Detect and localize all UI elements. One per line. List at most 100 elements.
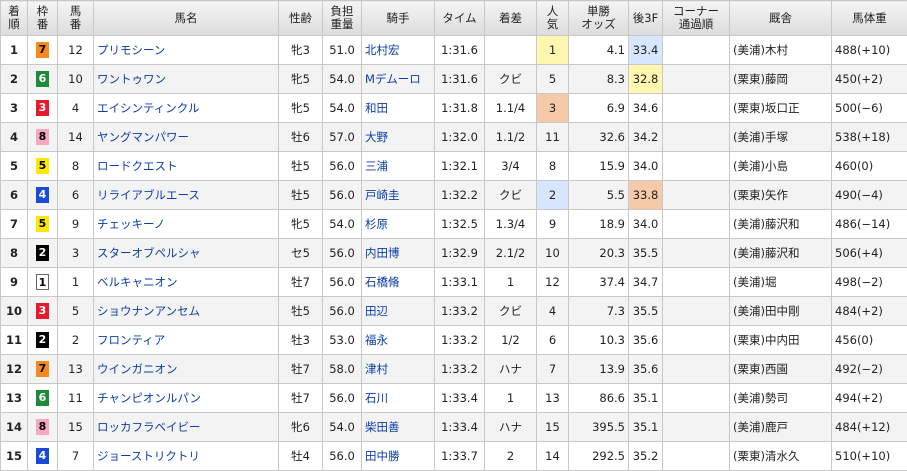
- trainer-cell: (美浦)田中剛: [730, 297, 832, 326]
- col-header-umaban[interactable]: 馬番: [58, 1, 94, 36]
- odds-cell: 7.3: [569, 297, 629, 326]
- last3f-cell: 34.0: [629, 152, 663, 181]
- table-row[interactable]: 13611チャンピオンルパン牡756.0石川1:33.411386.635.1(…: [1, 384, 907, 413]
- carried-weight-cell: 54.0: [323, 94, 362, 123]
- table-row[interactable]: 1035ショウナンアンセム牡556.0田辺1:33.2クビ47.335.5(美浦…: [1, 297, 907, 326]
- margin-cell: 1.3/4: [485, 210, 537, 239]
- jockey-link[interactable]: 戸崎圭: [362, 181, 435, 210]
- results-body: 1712プリモシーン牝351.0北村宏1:31.614.133.4(美浦)木村4…: [1, 36, 907, 471]
- col-header-horse[interactable]: 馬名: [94, 1, 279, 36]
- table-row[interactable]: 911ベルキャニオン牡756.0石橋脩1:33.111237.434.7(美浦)…: [1, 268, 907, 297]
- jockey-link[interactable]: 北村宏: [362, 36, 435, 65]
- table-row[interactable]: 14815ロッカフラベイビー牝654.0柴田善1:33.4ハナ15395.535…: [1, 413, 907, 442]
- table-row[interactable]: 558ロードクエスト牡556.0三浦1:32.13/4815.934.0(美浦)…: [1, 152, 907, 181]
- jockey-link[interactable]: Mデムーロ: [362, 65, 435, 94]
- jockey-link[interactable]: 杉原: [362, 210, 435, 239]
- margin-cell: 1: [485, 268, 537, 297]
- col-header-rank[interactable]: 着順: [1, 1, 28, 36]
- rank-cell: 5: [1, 152, 28, 181]
- jockey-link[interactable]: 田中勝: [362, 442, 435, 471]
- last3f-cell: 35.1: [629, 384, 663, 413]
- col-header-time[interactable]: タイム: [435, 1, 485, 36]
- horse-name-link[interactable]: ショウナンアンセム: [94, 297, 279, 326]
- table-row[interactable]: 646リライアブルエース牡556.0戸崎圭1:32.2クビ25.533.8(栗東…: [1, 181, 907, 210]
- horse-name-link[interactable]: ヤングマンパワー: [94, 123, 279, 152]
- jockey-link[interactable]: 大野: [362, 123, 435, 152]
- rank-cell: 11: [1, 326, 28, 355]
- waku-cell: 3: [28, 94, 58, 123]
- table-row[interactable]: 1712プリモシーン牝351.0北村宏1:31.614.133.4(美浦)木村4…: [1, 36, 907, 65]
- carried-weight-cell: 51.0: [323, 36, 362, 65]
- horse-name-link[interactable]: ロードクエスト: [94, 152, 279, 181]
- horse-name-link[interactable]: スターオブペルシャ: [94, 239, 279, 268]
- col-header-popularity[interactable]: 人気: [537, 1, 569, 36]
- table-row[interactable]: 12713ウインガニオン牡758.0津村1:33.2ハナ713.935.6(栗東…: [1, 355, 907, 384]
- last3f-cell: 34.0: [629, 210, 663, 239]
- jockey-link[interactable]: 柴田善: [362, 413, 435, 442]
- horse-name-link[interactable]: チャンピオンルパン: [94, 384, 279, 413]
- horse-name-link[interactable]: フロンティア: [94, 326, 279, 355]
- popularity-cell: 11: [537, 123, 569, 152]
- header-row: 着順 枠番 馬番 馬名 性齢 負担重量 騎手 タイム 着差 人気 単勝オッズ 後…: [1, 1, 907, 36]
- sex-age-cell: 牡5: [279, 297, 323, 326]
- margin-cell: 3/4: [485, 152, 537, 181]
- col-header-odds[interactable]: 単勝オッズ: [569, 1, 629, 36]
- table-row[interactable]: 823スターオブペルシャセ556.0内田博1:32.92.1/21020.335…: [1, 239, 907, 268]
- table-row[interactable]: 1547ジョーストリクトリ牡456.0田中勝1:33.7214292.535.2…: [1, 442, 907, 471]
- col-header-trainer[interactable]: 厩舎: [730, 1, 832, 36]
- time-cell: 1:32.9: [435, 239, 485, 268]
- horse-name-link[interactable]: チェッキーノ: [94, 210, 279, 239]
- margin-cell: 2: [485, 442, 537, 471]
- time-cell: 1:33.2: [435, 297, 485, 326]
- table-row[interactable]: 1122フロンティア牡353.0福永1:33.21/2610.335.6(栗東)…: [1, 326, 907, 355]
- col-header-weight[interactable]: 負担重量: [323, 1, 362, 36]
- waku-badge: 5: [36, 216, 49, 232]
- horse-name-link[interactable]: ロッカフラベイビー: [94, 413, 279, 442]
- col-header-body-weight[interactable]: 馬体重: [832, 1, 907, 36]
- waku-badge: 5: [36, 158, 49, 174]
- table-row[interactable]: 334エイシンティンクル牝554.0和田1:31.81.1/436.934.6(…: [1, 94, 907, 123]
- horse-name-link[interactable]: ジョーストリクトリ: [94, 442, 279, 471]
- carried-weight-cell: 56.0: [323, 384, 362, 413]
- body-weight-cell: 506(+4): [832, 239, 907, 268]
- table-row[interactable]: 2610ワントゥワン牝554.0Mデムーロ1:31.6クビ58.332.8(栗東…: [1, 65, 907, 94]
- waku-badge: 2: [36, 245, 49, 261]
- jockey-link[interactable]: 三浦: [362, 152, 435, 181]
- horse-name-link[interactable]: リライアブルエース: [94, 181, 279, 210]
- odds-cell: 20.3: [569, 239, 629, 268]
- jockey-link[interactable]: 福永: [362, 326, 435, 355]
- horse-name-link[interactable]: ウインガニオン: [94, 355, 279, 384]
- horse-name-link[interactable]: エイシンティンクル: [94, 94, 279, 123]
- last3f-cell: 35.6: [629, 355, 663, 384]
- col-header-corner[interactable]: コーナー通過順: [663, 1, 730, 36]
- horse-name-link[interactable]: ベルキャニオン: [94, 268, 279, 297]
- horse-name-link[interactable]: プリモシーン: [94, 36, 279, 65]
- waku-cell: 2: [28, 326, 58, 355]
- odds-cell: 4.1: [569, 36, 629, 65]
- col-header-sexage[interactable]: 性齢: [279, 1, 323, 36]
- rank-cell: 1: [1, 36, 28, 65]
- table-row[interactable]: 4814ヤングマンパワー牡657.0大野1:32.01.1/21132.634.…: [1, 123, 907, 152]
- waku-badge: 8: [36, 419, 49, 435]
- corner-cell: [663, 355, 730, 384]
- popularity-cell: 13: [537, 384, 569, 413]
- col-header-waku[interactable]: 枠番: [28, 1, 58, 36]
- jockey-link[interactable]: 田辺: [362, 297, 435, 326]
- horse-name-link[interactable]: ワントゥワン: [94, 65, 279, 94]
- col-header-jockey[interactable]: 騎手: [362, 1, 435, 36]
- carried-weight-cell: 56.0: [323, 152, 362, 181]
- rank-cell: 4: [1, 123, 28, 152]
- jockey-link[interactable]: 津村: [362, 355, 435, 384]
- table-row[interactable]: 759チェッキーノ牝554.0杉原1:32.51.3/4918.934.0(美浦…: [1, 210, 907, 239]
- jockey-link[interactable]: 内田博: [362, 239, 435, 268]
- carried-weight-cell: 56.0: [323, 442, 362, 471]
- waku-cell: 3: [28, 297, 58, 326]
- col-header-last3f[interactable]: 後3F: [629, 1, 663, 36]
- jockey-link[interactable]: 石橋脩: [362, 268, 435, 297]
- col-header-margin[interactable]: 着差: [485, 1, 537, 36]
- body-weight-cell: 510(+10): [832, 442, 907, 471]
- umaban-cell: 13: [58, 355, 94, 384]
- jockey-link[interactable]: 和田: [362, 94, 435, 123]
- rank-cell: 7: [1, 210, 28, 239]
- jockey-link[interactable]: 石川: [362, 384, 435, 413]
